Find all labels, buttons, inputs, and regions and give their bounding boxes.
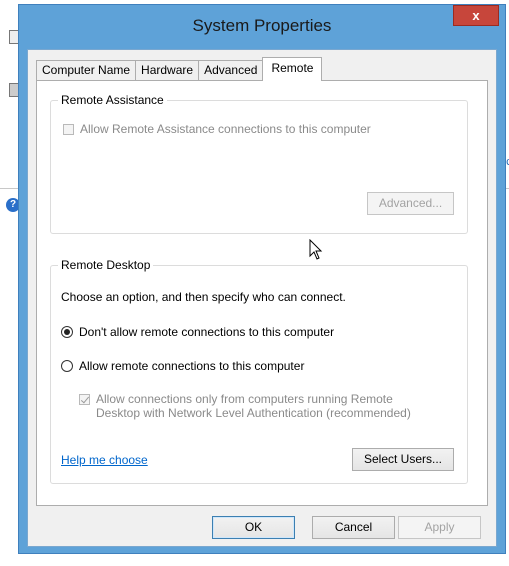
remote-desktop-group-title: Remote Desktop	[58, 258, 154, 272]
title-bar[interactable]: System Properties x	[19, 5, 505, 49]
remote-desktop-group: Remote Desktop Choose an option, and the…	[50, 258, 468, 484]
dialog-client-area: Computer Name Hardware Advanced Remote R…	[27, 49, 497, 547]
help-me-choose-link[interactable]: Help me choose	[61, 453, 148, 467]
allow-remote-assistance-label: Allow Remote Assistance connections to t…	[80, 122, 371, 136]
select-users-button[interactable]: Select Users...	[352, 448, 454, 471]
tab-remote[interactable]: Remote	[262, 57, 323, 81]
remote-desktop-instruction: Choose an option, and then specify who c…	[61, 290, 346, 304]
allow-radio[interactable]	[61, 360, 73, 372]
advanced-button[interactable]: Advanced...	[367, 192, 454, 215]
window-title: System Properties	[192, 16, 332, 35]
cancel-button[interactable]: Cancel	[312, 516, 395, 539]
remote-tab-panel: Remote Assistance Allow Remote Assistanc…	[36, 80, 488, 506]
tab-advanced[interactable]: Advanced	[198, 60, 264, 80]
remote-assistance-group-title: Remote Assistance	[58, 93, 167, 107]
nla-checkbox[interactable]	[79, 394, 90, 405]
close-button[interactable]: x	[453, 5, 499, 26]
allow-remote-assistance-checkbox[interactable]	[63, 123, 74, 135]
allow-remote-assistance-row[interactable]: Allow Remote Assistance connections to t…	[63, 122, 371, 136]
tab-strip: Computer Name Hardware Advanced Remote	[36, 57, 323, 81]
allow-label: Allow remote connections to this compute…	[79, 359, 305, 373]
nla-option[interactable]: Allow connections only from computers ru…	[79, 392, 411, 420]
dont-allow-radio[interactable]	[61, 326, 73, 338]
dont-allow-label: Don't allow remote connections to this c…	[79, 325, 335, 339]
mouse-cursor-icon	[309, 239, 323, 260]
tab-hardware[interactable]: Hardware	[135, 60, 200, 80]
allow-option[interactable]: Allow remote connections to this compute…	[61, 359, 304, 373]
tab-computer-name[interactable]: Computer Name	[36, 60, 137, 80]
system-properties-dialog: System Properties x Computer Name Hardwa…	[18, 4, 506, 554]
remote-assistance-group: Remote Assistance Allow Remote Assistanc…	[50, 93, 468, 234]
ok-button[interactable]: OK	[212, 516, 295, 539]
nla-label-line1: Allow connections only from computers ru…	[96, 392, 393, 406]
apply-button[interactable]: Apply	[398, 516, 481, 539]
dont-allow-option[interactable]: Don't allow remote connections to this c…	[61, 325, 334, 339]
nla-label: Allow connections only from computers ru…	[96, 392, 411, 420]
nla-label-line2: Desktop with Network Level Authenticatio…	[96, 406, 411, 420]
